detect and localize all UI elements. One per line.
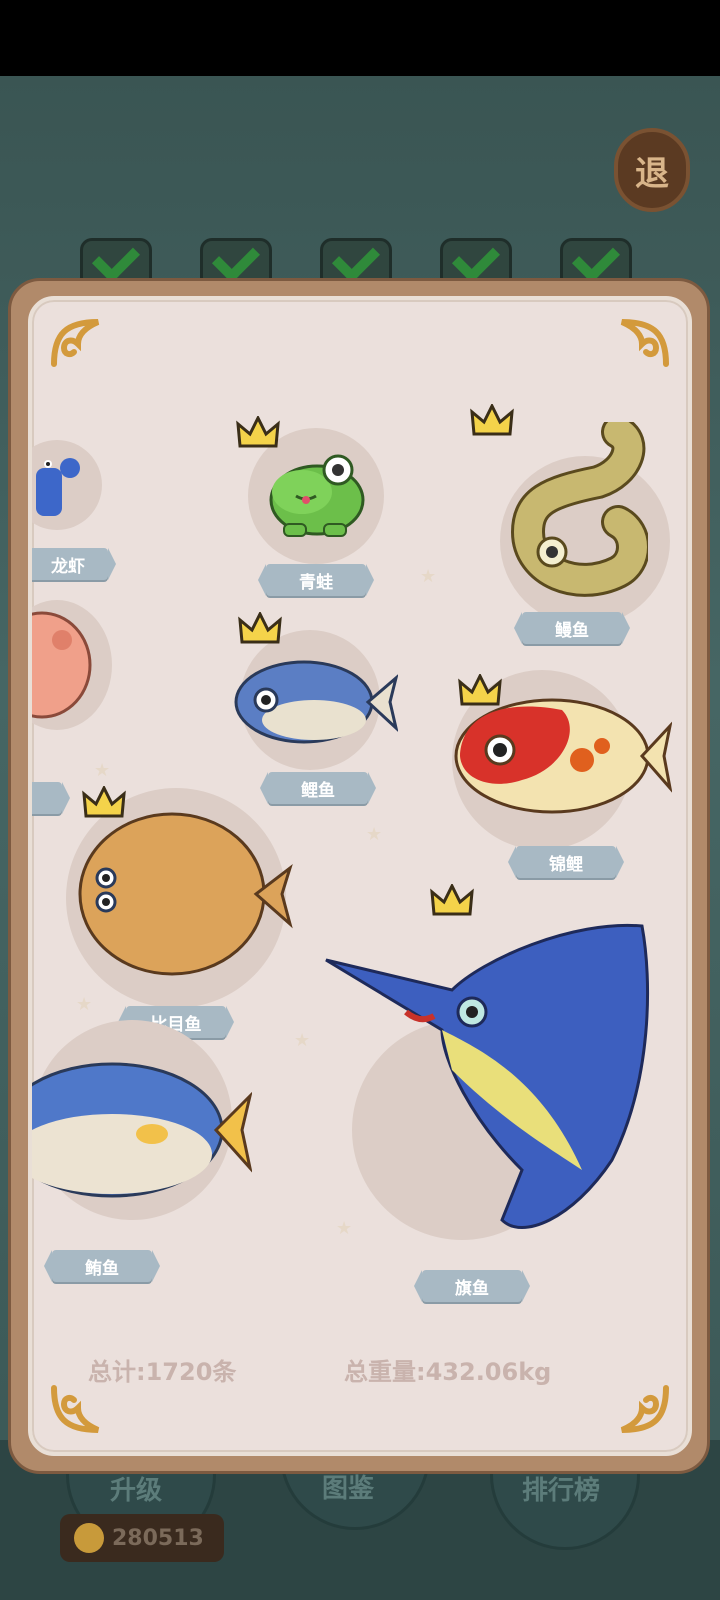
check-icon [571,234,621,284]
corner-ornament-icon [48,1382,104,1438]
crown-icon [236,416,280,448]
fish-label: 旗鱼 [414,1270,530,1302]
status-bar [0,0,720,76]
tab-2[interactable] [200,234,272,284]
star-icon: ★ [94,760,111,781]
crown-icon [458,674,502,706]
fish-label: 龙虾 [32,548,116,580]
pink-fish-icon [32,611,92,719]
fish-label: 青蛙 [258,564,374,596]
marlin-icon [325,923,650,1229]
corner-ornament-icon [48,314,104,370]
fish-label: 鲔鱼 [44,1250,160,1282]
tuna-icon [32,1062,252,1198]
tab-5[interactable] [560,234,632,284]
eel-icon [510,422,648,597]
tab-3[interactable] [320,234,392,284]
total-weight: 总重量:432.06kg [344,1358,552,1386]
check-icon [451,234,501,284]
corner-ornament-icon [616,314,672,370]
tab-4[interactable] [440,234,512,284]
coin-value: 280513 [112,1525,204,1551]
category-tabs [80,234,640,284]
leaderboard-label: 排行榜 [522,1476,601,1506]
exit-label: 退 [635,153,669,194]
total-count: 总计:1720条 [88,1358,237,1386]
star-icon: ★ [366,824,383,845]
coin-icon [74,1523,104,1553]
crown-icon [430,884,474,916]
corner-ornament-icon [616,1382,672,1438]
fish-label: 鲤鱼 [260,772,376,804]
crown-icon [470,404,514,436]
check-icon [211,234,261,284]
star-icon: ★ [76,994,93,1015]
coin-counter: 280513 [60,1514,224,1562]
crown-icon [82,786,126,818]
check-icon [91,234,141,284]
fish-label: 锦鲤 [508,846,624,878]
fish-label: 鳗鱼 [514,612,630,644]
star-icon: ★ [294,1030,311,1051]
collection-panel: ★ ★ ★ ★ ★ ★ 龙虾 青蛙 鳗鱼 鲤鱼 锦鲤 比目鱼 鲔鱼 旗鱼 总计:… [28,296,692,1456]
check-icon [331,234,381,284]
upgrade-label: 升级 [110,1476,163,1506]
exit-button[interactable]: 退 [614,128,690,212]
tab-1[interactable] [80,234,152,284]
lobster-icon [36,458,80,516]
fish-label-partial [32,782,70,814]
carp-icon [234,660,398,744]
flounder-icon [78,812,293,976]
frog-icon [269,454,365,537]
crown-icon [238,612,282,644]
star-icon: ★ [420,566,437,587]
